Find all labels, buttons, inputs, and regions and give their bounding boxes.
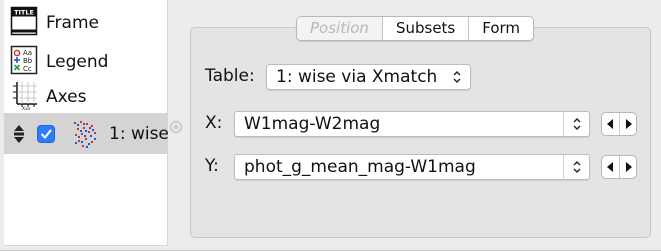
x-label: X: xyxy=(205,113,223,133)
x-previous-button[interactable] xyxy=(602,113,619,135)
svg-text:Xxx: Xxx xyxy=(22,106,31,110)
table-select-value: 1: wise via Xmatch xyxy=(276,67,438,87)
frame-icon: TITLE xyxy=(10,6,38,40)
legend-icon: Aa Bb Cc xyxy=(10,45,38,79)
y-previous-button[interactable] xyxy=(602,156,619,178)
x-expression-field[interactable]: W1mag-W2mag xyxy=(234,111,590,137)
tab-bar: Position Subsets Form xyxy=(296,16,535,41)
select-updown-icon[interactable] xyxy=(563,155,589,179)
layer-label-axes: Axes xyxy=(46,87,87,107)
arrow-left-icon xyxy=(606,119,613,129)
x-next-button[interactable] xyxy=(619,113,636,135)
y-expression-field[interactable]: phot_g_mean_mag-W1mag xyxy=(234,154,590,180)
axes-icon: Xxx xyxy=(10,80,38,114)
layer-item-legend[interactable]: Aa Bb Cc Legend xyxy=(4,44,168,80)
svg-text:Aa: Aa xyxy=(23,49,32,57)
y-step-buttons xyxy=(601,155,637,179)
scatter-plot-icon xyxy=(71,119,99,153)
svg-text:Cc: Cc xyxy=(23,65,32,73)
y-next-button[interactable] xyxy=(619,156,636,178)
tab-position: Position xyxy=(297,17,382,40)
arrow-right-icon xyxy=(626,162,632,172)
layer-item-frame[interactable]: TITLE Frame xyxy=(4,4,168,42)
frame-icon-text: TITLE xyxy=(14,9,34,17)
layer-label-frame: Frame xyxy=(46,13,99,33)
y-expression-value: phot_g_mean_mag-W1mag xyxy=(244,157,476,177)
y-label: Y: xyxy=(205,156,219,176)
layer-item-wise[interactable]: 1: wise xyxy=(4,113,169,154)
svg-text:Bb: Bb xyxy=(23,57,33,65)
checkmark-icon xyxy=(41,129,52,139)
select-updown-icon xyxy=(444,65,470,89)
splitter-handle[interactable] xyxy=(170,121,182,133)
x-step-buttons xyxy=(601,112,637,136)
arrow-right-icon xyxy=(626,119,632,129)
plot-layer-control-window: TITLE Frame Aa Bb Cc Legend Xxx Axes 1: … xyxy=(0,0,661,251)
reorder-handle-icon[interactable] xyxy=(12,124,26,148)
layer-list: TITLE Frame Aa Bb Cc Legend Xxx Axes 1: … xyxy=(4,0,169,246)
tab-form[interactable]: Form xyxy=(468,17,534,40)
table-select[interactable]: 1: wise via Xmatch xyxy=(266,64,471,90)
layer-visible-checkbox[interactable] xyxy=(37,125,55,143)
select-updown-icon[interactable] xyxy=(563,112,589,136)
arrow-left-icon xyxy=(606,162,613,172)
layer-label-wise: 1: wise xyxy=(109,123,169,144)
x-expression-value: W1mag-W2mag xyxy=(244,114,381,134)
tab-subsets[interactable]: Subsets xyxy=(381,17,469,40)
layer-label-legend: Legend xyxy=(46,52,109,72)
table-label: Table: xyxy=(205,66,255,86)
layer-item-axes[interactable]: Xxx Axes xyxy=(4,80,168,114)
